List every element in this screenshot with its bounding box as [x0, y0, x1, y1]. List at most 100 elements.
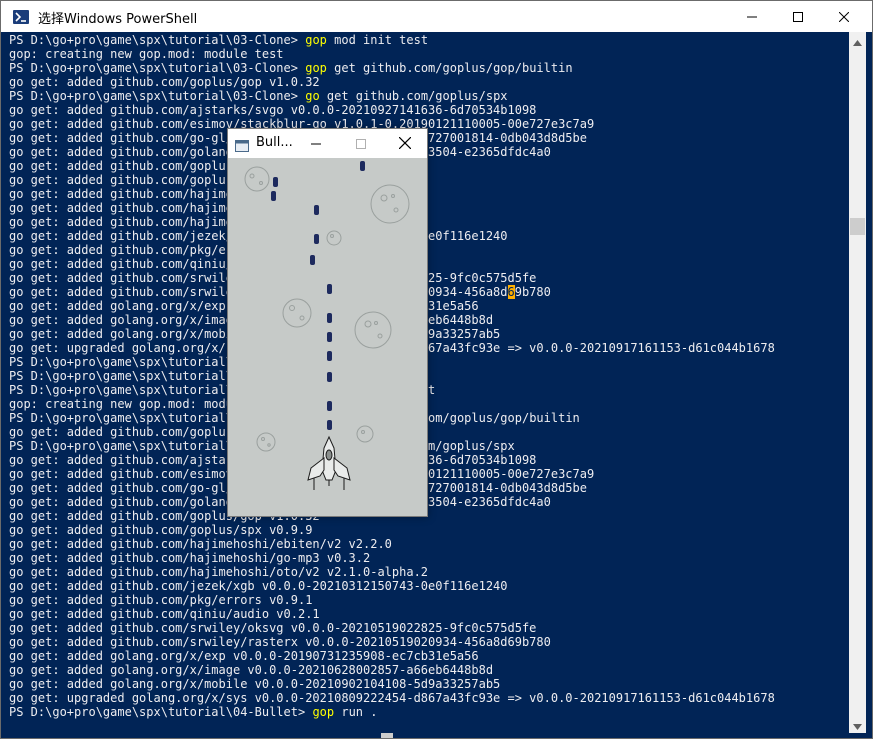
bullet	[273, 177, 278, 187]
console-line: go get: added github.com/goplus/spx v0.9…	[9, 523, 847, 537]
console-line: go get: added github.com/pkg/errors v0.9…	[9, 593, 847, 607]
console-line-text: go get: added github.com/hajimehoshi/ebi…	[9, 537, 392, 551]
minimize-icon	[747, 12, 757, 22]
console-line-text: go get: added github.com/ajstarks/svgo v…	[9, 103, 537, 117]
console-line: go get: added github.com/jezek/xgb v0.0.…	[9, 579, 847, 593]
console-command: go	[305, 89, 320, 103]
console-line: gop: creating new gop.mod: module test	[9, 47, 847, 61]
scroll-up-icon	[853, 31, 862, 50]
powershell-icon	[13, 9, 29, 25]
scroll-down-icon	[853, 715, 862, 734]
console-output[interactable]: PS D:\go+pro\game\spx\tutorial\03-Clone>…	[9, 33, 847, 733]
scroll-down-button[interactable]	[849, 716, 866, 733]
window-title: 选择Windows PowerShell	[38, 12, 198, 27]
console-line: go get: added github.com/qiniu/audio v0.…	[9, 607, 847, 621]
asteroid	[354, 311, 392, 349]
scroll-thumb[interactable]	[850, 218, 865, 235]
maximize-icon	[355, 134, 366, 153]
console-args: get github.com/goplus/gop/builtin	[326, 61, 573, 75]
game-scene	[244, 161, 410, 490]
console-line: gop: creating new gop.mod: module test	[9, 397, 847, 411]
console-args: run .	[334, 705, 378, 719]
console-line: go get: added github.com/goplus/gop v1.0…	[9, 159, 847, 173]
bullet	[327, 372, 332, 382]
console-line: PS D:\go+pro\game\spx\tutorial\04-Bullet…	[9, 705, 847, 719]
minimize-button[interactable]	[729, 1, 775, 32]
bullet	[327, 332, 332, 342]
console-line: PS D:\go+pro\game\spx\tutorial\03-Clone>…	[9, 33, 847, 47]
horizontal-scroll-thumb[interactable]	[381, 733, 393, 738]
console-line-text: go get: added github.com/srwiley/rasterx…	[9, 635, 551, 649]
console-line: go get: added github.com/pkg/errors v0.9…	[9, 243, 847, 257]
console-args: mod init test	[326, 33, 429, 47]
console-line-text: gop: creating new gop.mod: module test	[9, 47, 284, 61]
console-line-text: go get: added github.com/srwiley/oksvg v…	[9, 621, 537, 635]
console-line: PS D:\go+pro\game\spx\tutorial\04-Bullet…	[9, 411, 847, 425]
console-line: go get: added github.com/srwiley/oksvg v…	[9, 621, 847, 635]
console-args: get github.com/goplus/spx	[319, 89, 508, 103]
console-line: PS D:\go+pro\game\spx\tutorial\03-Clone>	[9, 355, 847, 369]
console-line-text: go get: added golang.org/x/mobile v0.0.0…	[9, 677, 501, 691]
console-line: go get: added github.com/goplus/gop v1.0…	[9, 75, 847, 89]
console-line: go get: added github.com/go-gl/glfw/v3.3…	[9, 131, 847, 145]
console-line-text: 9b780	[514, 285, 551, 299]
console-line: go get: upgraded golang.org/x/sys v0.0.0…	[9, 341, 847, 355]
close-icon	[839, 11, 849, 22]
console-line: PS D:\go+pro\game\spx\tutorial\03-Clone>…	[9, 61, 847, 75]
powershell-window: 选择Windows PowerShell PS D:\go+pro\game\s…	[0, 0, 873, 739]
console-line-text: go get: added golang.org/x/image v0.0.0-…	[9, 663, 494, 677]
asteroid	[370, 184, 410, 224]
scroll-up-button[interactable]	[849, 32, 866, 49]
console-line: go get: added github.com/jezek/xgb v0.0.…	[9, 229, 847, 243]
game-canvas[interactable]	[228, 158, 427, 516]
asteroid	[282, 298, 312, 328]
console-line: go get: added github.com/hajimehoshi/oto…	[9, 215, 847, 229]
console-line-text: go get: added github.com/hajimehoshi/oto…	[9, 565, 429, 579]
console-line-text: PS D:\go+pro\game\spx\tutorial\03-Clone>	[9, 33, 306, 47]
bullet	[327, 351, 332, 361]
bullet	[314, 234, 319, 244]
asteroid	[326, 230, 342, 246]
powershell-titlebar[interactable]: 选择Windows PowerShell	[1, 1, 872, 32]
console-line: go get: added github.com/hajimehoshi/ebi…	[9, 537, 847, 551]
game-window[interactable]: Bull...	[227, 128, 428, 517]
console-line: go get: added github.com/go-gl/glfw/v3.3…	[9, 481, 847, 495]
console-line-text: PS D:\go+pro\game\spx\tutorial\03-Clone>	[9, 61, 306, 75]
console-line: go get: added github.com/goplus/gop v1.0…	[9, 509, 847, 523]
bullet	[327, 284, 332, 294]
asteroid	[356, 425, 374, 443]
console-line-text: PS D:\go+pro\game\spx\tutorial\03-Clone>	[9, 89, 306, 103]
console-line: go get: added github.com/esimov/stackblu…	[9, 467, 847, 481]
console-line: go get: added github.com/srwiley/rasterx…	[9, 285, 847, 299]
game-maximize-button	[338, 129, 383, 158]
console-line-text: go get: upgraded golang.org/x/sys v0.0.0…	[9, 691, 775, 705]
game-app-icon	[235, 137, 249, 152]
console-line: go get: added github.com/golang/freetype…	[9, 145, 847, 159]
console-line: go get: added github.com/ajstarks/svgo v…	[9, 453, 847, 467]
asteroid	[256, 432, 276, 452]
console-line-text: go get: added github.com/hajimehoshi/go-…	[9, 551, 371, 565]
console-line: go get: added github.com/qiniu/audio v0.…	[9, 257, 847, 271]
bullet	[327, 313, 332, 323]
text-cursor: 6	[507, 285, 515, 299]
console-line-text: go get: added golang.org/x/exp v0.0.0-20…	[9, 649, 479, 663]
console-line: go get: added github.com/goplus/gop v1.0…	[9, 425, 847, 439]
bullet	[310, 255, 315, 265]
game-window-title: Bull...	[256, 135, 293, 150]
vertical-scrollbar[interactable]	[849, 32, 866, 733]
close-icon	[398, 134, 411, 153]
console-line: go get: added github.com/srwiley/rasterx…	[9, 635, 847, 649]
console-line: PS D:\go+pro\game\spx\tutorial\03-Clone>…	[9, 89, 847, 103]
console-command: gop	[312, 705, 335, 719]
console-line: go get: added github.com/ajstarks/svgo v…	[9, 103, 847, 117]
maximize-icon	[793, 11, 803, 22]
game-minimize-button[interactable]	[293, 129, 338, 158]
game-close-button[interactable]	[382, 129, 427, 158]
game-titlebar[interactable]: Bull...	[228, 129, 427, 158]
spaceship	[307, 435, 351, 490]
close-button[interactable]	[821, 1, 867, 32]
console-line-text: go get: added github.com/pkg/errors v0.9…	[9, 593, 313, 607]
console-line: go get: added golang.org/x/image v0.0.0-…	[9, 663, 847, 677]
bullet	[314, 205, 319, 215]
maximize-button[interactable]	[775, 1, 821, 32]
